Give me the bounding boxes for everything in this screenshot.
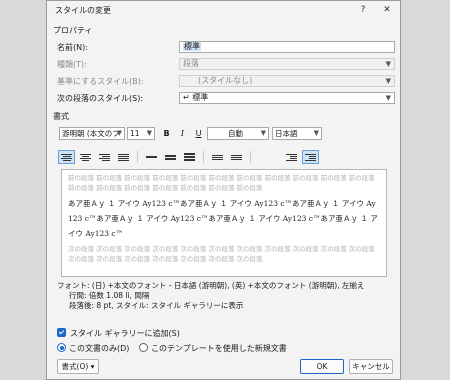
toolbar-divider (250, 151, 251, 163)
dialog-title: スタイルの変更 (55, 6, 111, 15)
chevron-down-icon: ▼ (385, 94, 391, 102)
add-to-gallery-label: スタイル ギャラリーに追加(S) (70, 329, 180, 338)
new-documents-template-radio[interactable] (139, 343, 148, 352)
size-select[interactable]: 11 ▼ (127, 127, 155, 140)
description-line: フォント: (日) +本文のフォント - 日本語 (游明朝), (英) +本文の… (57, 281, 365, 290)
font-color-value: 自動 (228, 129, 243, 138)
toolbar-divider (137, 151, 138, 163)
type-label: 種類(T): (57, 60, 87, 69)
preview-previous-paragraph: 前の段落 前の段落 前の段落 前の段落 前の段落 前の段落 前の段落 前の段落 … (68, 174, 375, 192)
ok-button[interactable]: OK (300, 359, 344, 374)
line-spacing-single-icon[interactable] (143, 150, 160, 164)
language-value: 日本語 (275, 129, 298, 138)
size-value: 11 (130, 129, 140, 138)
justify-icon[interactable] (115, 150, 132, 164)
next-style-label: 次の段落のスタイル(S): (57, 94, 144, 103)
font-color-select[interactable]: 自動 ▼ (207, 127, 269, 140)
this-document-only-label: この文書のみ(D) (69, 344, 130, 353)
space-after-icon[interactable] (228, 150, 245, 164)
underline-button[interactable]: U (191, 127, 206, 140)
name-input[interactable]: 標準 (179, 41, 395, 53)
description-line: 行間: 倍数 1.08 li, 間隔 (69, 291, 150, 300)
type-value: 段落 (183, 59, 199, 68)
decrease-indent-icon[interactable] (283, 150, 300, 164)
space-before-icon[interactable] (209, 150, 226, 164)
font-value: 游明朝 (本文のフ (62, 129, 120, 138)
cancel-button[interactable]: キャンセル (349, 359, 393, 374)
name-label: 名前(N): (57, 43, 88, 52)
this-document-only-radio[interactable] (57, 343, 66, 352)
modify-style-dialog: スタイルの変更 ? ✕ プロパティ 名前(N): 標準 種類(T): 段落 ▼ … (46, 0, 401, 380)
language-select[interactable]: 日本語 ▼ (272, 127, 322, 140)
paragraph-mark-icon: ↵ (183, 93, 190, 102)
name-value: 標準 (183, 42, 201, 51)
format-heading: 書式 (53, 112, 69, 121)
italic-button[interactable]: I (175, 127, 190, 140)
chevron-down-icon: ▼ (385, 77, 391, 85)
toolbar-divider (203, 151, 204, 163)
bold-button[interactable]: B (159, 127, 174, 140)
line-spacing-1-5-icon[interactable] (162, 150, 179, 164)
align-right-icon[interactable] (96, 150, 113, 164)
add-to-gallery-checkbox[interactable] (57, 328, 66, 337)
base-style-select[interactable]: (スタイルなし) ▼ (179, 75, 395, 87)
chevron-down-icon: ▼ (146, 129, 152, 137)
new-documents-template-label: このテンプレートを使用した新規文書 (151, 344, 287, 353)
font-select[interactable]: 游明朝 (本文のフ ▼ (59, 127, 125, 140)
chevron-down-icon: ▼ (313, 129, 319, 137)
style-preview: 前の段落 前の段落 前の段落 前の段落 前の段落 前の段落 前の段落 前の段落 … (61, 169, 387, 277)
line-spacing-double-icon[interactable] (181, 150, 198, 164)
preview-next-paragraph: 次の段落 次の段落 次の段落 次の段落 次の段落 次の段落 次の段落 次の段落 … (68, 245, 375, 263)
base-style-label: 基準にするスタイル(B): (57, 77, 144, 86)
help-button[interactable]: ? (353, 3, 373, 17)
chevron-down-icon: ▼ (260, 129, 266, 137)
base-style-value: (スタイルなし) (198, 76, 253, 85)
chevron-down-icon: ▼ (385, 60, 391, 68)
align-center-icon[interactable] (77, 150, 94, 164)
format-menu-button[interactable]: 書式(O) ▾ (57, 359, 99, 374)
close-button[interactable]: ✕ (377, 3, 397, 17)
description-line: 段落後: 8 pt, スタイル: スタイル ギャラリーに表示 (69, 301, 244, 310)
increase-indent-icon[interactable] (302, 150, 319, 164)
align-left-icon[interactable] (58, 150, 75, 164)
properties-heading: プロパティ (53, 26, 93, 35)
preview-sample-text: あア亜Ａｙ １ アイウ Ay123 c™あア亜Ａｙ １ アイウ Ay123 c™… (68, 199, 378, 238)
chevron-down-icon: ▼ (116, 129, 122, 137)
next-style-value: 標準 (192, 93, 209, 102)
next-style-select[interactable]: ↵ 標準 ▼ (179, 92, 395, 104)
type-select[interactable]: 段落 ▼ (179, 58, 395, 70)
title-bar: スタイルの変更 ? ✕ (47, 1, 400, 19)
style-description: フォント: (日) +本文のフォント - 日本語 (游明朝), (英) +本文の… (57, 281, 391, 311)
